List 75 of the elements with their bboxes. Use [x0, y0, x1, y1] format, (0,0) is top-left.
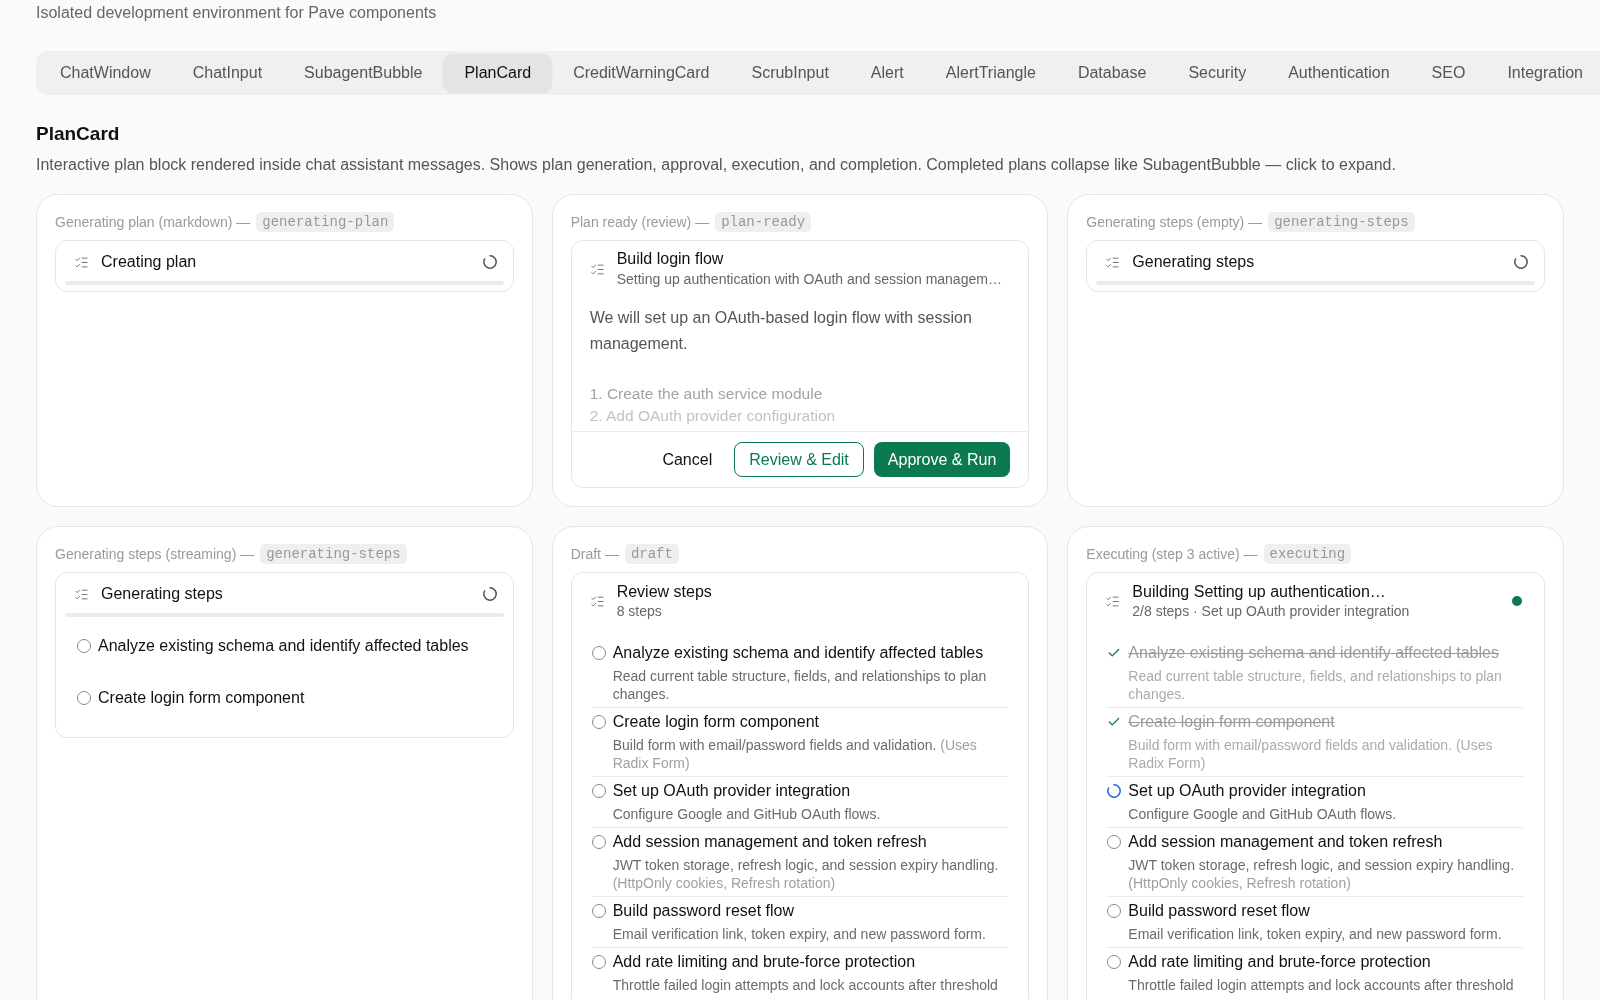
tab[interactable]: AlertTriangle	[924, 54, 1057, 92]
state-code: generating-plan	[256, 212, 395, 232]
tab[interactable]: CreditWarningCard	[552, 54, 731, 92]
step-title: Build password reset flow	[1128, 901, 1310, 921]
plan-list-item: 1. Create the auth service module	[589, 384, 824, 404]
step-description: Email verification link, token expiry, and new password form.	[612, 925, 987, 943]
tab[interactable]: SEO	[1410, 54, 1487, 92]
tab[interactable]: PlanCard	[443, 54, 553, 92]
step-title: Set up OAuth provider integration	[612, 781, 851, 801]
tab[interactable]: Authentication	[1267, 54, 1411, 92]
tab[interactable]: Alert	[849, 54, 925, 92]
step-title: Analyze existing schema and identify affected tables	[1128, 643, 1499, 663]
plan-title: Creating plan	[101, 252, 198, 272]
tab[interactable]: ChatWindow	[39, 54, 172, 92]
step-title: Add session management and token refresh	[1128, 832, 1443, 852]
list-checks-icon	[589, 593, 605, 609]
section-description: Interactive plan block rendered inside chat assistant messages. Shows plan generation, approval, execution, and completion. Completed plans collapse like SubagentBubble — click to expand.	[36, 155, 1397, 175]
list-checks-icon	[74, 254, 89, 270]
step-title: Analyze existing schema and identify affected tables	[612, 643, 984, 663]
cancel-button[interactable]: Cancel	[650, 442, 725, 477]
list-checks-icon	[74, 586, 89, 602]
step-title: Add rate limiting and brute-force protection	[612, 952, 916, 972]
plan-title: Generating steps	[101, 584, 224, 604]
step-description: JWT token storage, refresh logic, and session expiry handling. (HttpOnly cookies, Refresh rotation)	[612, 856, 1000, 892]
page-subtitle: Isolated development environment for Pave components	[36, 3, 438, 23]
list-checks-icon	[1105, 593, 1121, 609]
state-label: Generating steps (empty) —	[1086, 212, 1263, 232]
plan-title: Building Setting up authentication…	[1132, 582, 1387, 602]
plan-title: Review steps	[616, 582, 713, 602]
step-description: Throttle failed login attempts and lock accounts after threshold	[1128, 976, 1515, 994]
tab[interactable]: Security	[1167, 54, 1268, 92]
tab[interactable]: SubagentBubble	[283, 54, 444, 92]
state-code: generating-steps	[260, 544, 407, 564]
section-title: PlanCard	[36, 122, 121, 146]
state-label: Generating steps (streaming) —	[55, 544, 255, 564]
state-code: generating-steps	[1268, 212, 1415, 232]
state-label: Draft —	[570, 544, 619, 564]
review-edit-button[interactable]: Review & Edit	[734, 442, 864, 477]
state-label: Generating plan (markdown) —	[55, 212, 251, 232]
list-checks-icon	[589, 261, 605, 277]
step-title: Build password reset flow	[612, 901, 795, 921]
tab[interactable]: ChatInput	[171, 54, 284, 92]
step-title: Set up OAuth provider integration	[1128, 781, 1366, 801]
step-title: Add rate limiting and brute-force protection	[1128, 952, 1431, 972]
plan-title: Generating steps	[1132, 252, 1256, 272]
step-title: Create login form component	[98, 688, 305, 708]
state-label: Executing (step 3 active) —	[1086, 544, 1258, 564]
list-checks-icon	[1105, 254, 1121, 270]
step-description: Read current table structure, fields, and relationships to plan changes.	[612, 667, 988, 703]
plan-list-item: 2. Add OAuth provider configuration	[589, 406, 837, 426]
tab[interactable]: Integration	[1486, 54, 1600, 92]
plan-subtitle: Setting up authentication with OAuth and session managem…	[616, 270, 1003, 289]
step-title: Analyze existing schema and identify affected tables	[98, 636, 469, 656]
step-description: Configure Google and GitHub OAuth flows.	[612, 805, 882, 823]
state-code: plan-ready	[715, 212, 812, 232]
step-description: Build form with email/password fields and validation. (Uses Radix Form)	[612, 736, 978, 772]
step-title: Add session management and token refresh	[612, 832, 927, 852]
plan-subtitle: 8 steps	[616, 602, 663, 620]
step-description: Read current table structure, fields, and relationships to plan changes.	[1128, 667, 1503, 703]
state-label: Plan ready (review) —	[570, 212, 710, 232]
step-description: Configure Google and GitHub OAuth flows.	[1128, 805, 1398, 823]
step-title: Create login form component	[612, 712, 819, 732]
state-code: draft	[624, 544, 679, 564]
step-description: Build form with email/password fields and validation. (Uses Radix Form)	[1128, 736, 1494, 772]
tab[interactable]: ScrubInput	[730, 54, 850, 92]
step-description: JWT token storage, refresh logic, and session expiry handling. (HttpOnly cookies, Refresh rotation)	[1128, 856, 1516, 892]
plan-title: Build login flow	[616, 249, 725, 269]
plan-summary: We will set up an OAuth-based login flow with session management.	[589, 308, 973, 354]
step-description: Email verification link, token expiry, and new password form.	[1128, 925, 1503, 943]
state-code: executing	[1263, 544, 1352, 564]
tab[interactable]: Database	[1056, 54, 1168, 92]
approve-run-button[interactable]: Approve & Run	[873, 442, 1011, 477]
step-description: Throttle failed login attempts and lock accounts after threshold	[612, 976, 999, 994]
step-title: Create login form component	[1128, 712, 1335, 732]
plan-subtitle: 2/8 steps · Set up OAuth provider integration	[1132, 602, 1411, 620]
